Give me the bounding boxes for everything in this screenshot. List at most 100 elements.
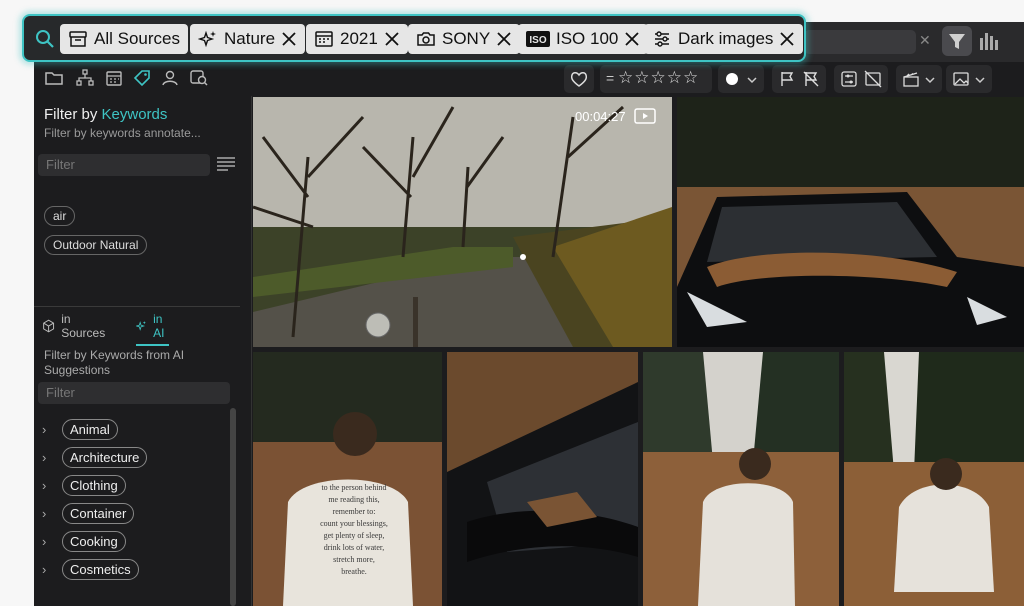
- iso-icon: ISO: [526, 31, 550, 47]
- calendar-icon: [315, 31, 333, 47]
- archive-icon: [69, 31, 87, 47]
- face-search-icon[interactable]: [189, 68, 209, 88]
- category-label[interactable]: Architecture: [62, 446, 148, 468]
- category-label[interactable]: Container: [62, 502, 135, 524]
- folder-icon[interactable]: [44, 68, 64, 88]
- close-icon[interactable]: [496, 31, 512, 47]
- favorite-button[interactable]: [564, 65, 594, 93]
- tab-in-ai[interactable]: in AI: [136, 312, 170, 346]
- color-label-filter[interactable]: [718, 65, 764, 93]
- person-icon[interactable]: [160, 68, 180, 88]
- chip-label: 2021: [340, 29, 378, 48]
- funnel-icon: [949, 34, 965, 49]
- list-view-icon[interactable]: [216, 156, 236, 172]
- category-row[interactable]: › Animal: [42, 418, 118, 440]
- sliders-icon: [841, 71, 857, 87]
- chevron-right-icon[interactable]: ›: [42, 506, 52, 521]
- flag-filter[interactable]: [772, 65, 826, 93]
- adjustment-filter[interactable]: [834, 65, 888, 93]
- sidebar-title: Filter by Keywords: [44, 106, 168, 123]
- photo-man-in-ferns[interactable]: [643, 352, 839, 606]
- search-icon[interactable]: [34, 28, 56, 50]
- chevron-right-icon[interactable]: ›: [42, 478, 52, 493]
- search-field[interactable]: [804, 30, 916, 54]
- filter-chip-all-sources[interactable]: All Sources: [60, 24, 188, 54]
- photo-car-windshield[interactable]: [447, 352, 638, 606]
- chip-label: Nature: [224, 29, 276, 48]
- media-type-image-filter[interactable]: [946, 65, 992, 93]
- heart-icon: [570, 72, 588, 87]
- image-icon: [953, 72, 969, 86]
- histogram-icon: [980, 33, 998, 50]
- media-type-video-filter[interactable]: [896, 65, 942, 93]
- keyword-filter-input[interactable]: Filter: [38, 154, 210, 176]
- photo-man-hoodie-back[interactable]: to the person behind me reading this, reme…: [253, 352, 442, 606]
- category-row[interactable]: › Cooking: [42, 530, 126, 552]
- category-label[interactable]: Cosmetics: [62, 558, 139, 580]
- hoodie-text: to the person behind me reading this, reme…: [320, 483, 388, 576]
- play-icon[interactable]: [633, 108, 656, 124]
- category-label[interactable]: Clothing: [62, 474, 126, 496]
- keywords-sidebar: Filter by Keywords Filter by keywords an…: [34, 96, 252, 606]
- tag-icon[interactable]: [132, 68, 152, 88]
- clear-search-icon[interactable]: ✕: [919, 32, 931, 49]
- close-icon[interactable]: [624, 31, 640, 47]
- ai-keyword-filter-input[interactable]: Filter: [38, 382, 230, 404]
- star-rating-icon: ☆☆☆☆☆: [618, 68, 700, 87]
- rating-filter[interactable]: = ☆☆☆☆☆: [600, 65, 712, 93]
- svg-text:ISO: ISO: [529, 35, 546, 46]
- category-row[interactable]: › Clothing: [42, 474, 126, 496]
- chevron-right-icon[interactable]: ›: [42, 562, 52, 577]
- chevron-down-icon: [747, 77, 757, 84]
- chevron-down-icon: [925, 77, 935, 84]
- flag-icon: [781, 72, 794, 86]
- equals-icon: =: [606, 70, 615, 86]
- chip-label: ISO 100: [556, 29, 619, 48]
- sidebar-subtitle: Filter by keywords annotate...: [44, 126, 201, 140]
- sidebar-scrollbar[interactable]: [230, 408, 236, 606]
- ai-filter-description: Filter by Keywords from AI Suggestions: [44, 348, 185, 377]
- image-off-icon: [864, 70, 882, 88]
- ai-sparkle-icon: [198, 30, 216, 48]
- category-row[interactable]: › Container: [42, 502, 135, 524]
- video-thumbnail-country-road[interactable]: [253, 97, 672, 347]
- active-filters-bar: All Sources Nature 2021 SONY ISO ISO 100…: [22, 14, 806, 62]
- category-row[interactable]: › Architecture: [42, 446, 148, 468]
- clapperboard-icon: [903, 72, 919, 87]
- close-icon[interactable]: [281, 31, 297, 47]
- chevron-right-icon[interactable]: ›: [42, 422, 52, 437]
- histogram-button[interactable]: [976, 28, 1002, 54]
- camera-icon: [417, 32, 435, 46]
- close-icon[interactable]: [384, 31, 400, 47]
- divider: [34, 306, 240, 307]
- video-duration: 00:04:27: [575, 108, 626, 124]
- video-duration-overlay: 00:04:27: [575, 108, 656, 124]
- filter-chip-year[interactable]: 2021: [306, 24, 408, 54]
- hierarchy-icon[interactable]: [75, 68, 95, 88]
- chevron-right-icon[interactable]: ›: [42, 534, 52, 549]
- close-icon[interactable]: [779, 31, 795, 47]
- filter-chip-nature[interactable]: Nature: [190, 24, 306, 54]
- flag-off-icon: [803, 71, 819, 87]
- chip-label: Dark images: [678, 29, 774, 48]
- filter-toggle-button[interactable]: [942, 26, 972, 56]
- photo-car-leaves[interactable]: [677, 97, 1024, 347]
- filter-chip-camera[interactable]: SONY: [408, 24, 521, 54]
- filter-chip-iso[interactable]: ISO ISO 100: [518, 24, 649, 54]
- photo-man-in-ferns-2[interactable]: [844, 352, 1024, 606]
- chip-label: SONY: [442, 29, 491, 48]
- keyword-tag[interactable]: air: [44, 206, 76, 226]
- category-label[interactable]: Cooking: [62, 530, 126, 552]
- calendar-icon[interactable]: [104, 68, 124, 88]
- adjustments-icon: [655, 31, 669, 47]
- color-dot-icon: [726, 73, 738, 85]
- tab-in-sources[interactable]: in Sources: [42, 312, 108, 340]
- chevron-down-icon: [975, 77, 985, 84]
- view-toolbar: = ☆☆☆☆☆: [34, 62, 1024, 96]
- filter-chip-dark-images[interactable]: Dark images: [644, 24, 804, 54]
- chevron-right-icon[interactable]: ›: [42, 450, 52, 465]
- cube-icon: [43, 319, 55, 333]
- category-label[interactable]: Animal: [62, 418, 118, 440]
- keyword-tag[interactable]: Outdoor Natural: [44, 235, 148, 255]
- category-row[interactable]: › Cosmetics: [42, 558, 139, 580]
